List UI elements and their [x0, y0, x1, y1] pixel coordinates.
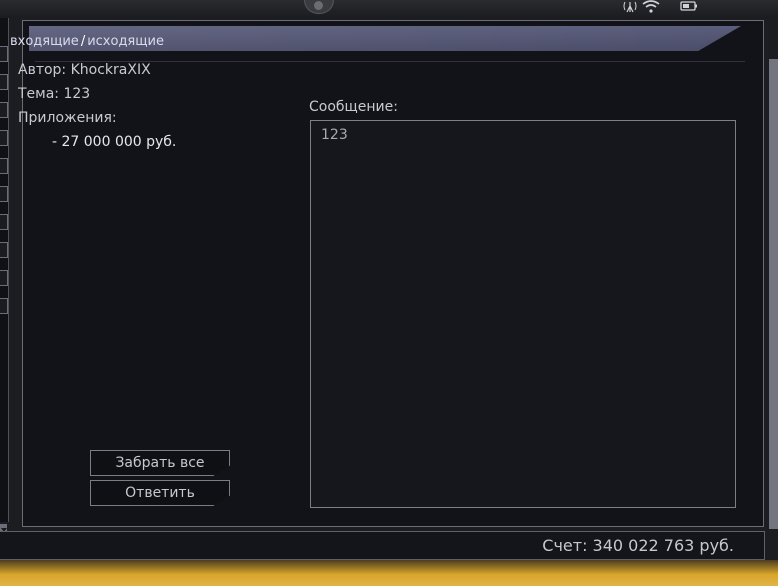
strip-item[interactable]: [0, 74, 8, 90]
mail-tabs: входящие / исходящие: [10, 34, 164, 49]
strip-item[interactable]: [0, 214, 8, 230]
subject-value: 123: [63, 86, 91, 102]
author-value: KhockraXIX: [70, 62, 151, 78]
message-text: 123: [321, 127, 348, 143]
device-frame-top: [0, 0, 778, 18]
strip-item[interactable]: [0, 242, 8, 258]
author-row: Автор: KhockraXIX: [18, 58, 151, 82]
strip-item[interactable]: [0, 102, 8, 118]
message-box[interactable]: 123: [310, 120, 736, 508]
take-all-button[interactable]: Забрать все: [90, 450, 230, 476]
strip-item[interactable]: [0, 298, 8, 314]
device-frame-bottom: [0, 560, 778, 586]
attachments-label: Приложения:: [18, 110, 117, 126]
account-balance: Счет: 340 022 763 руб.: [542, 536, 734, 555]
strip-item[interactable]: [0, 46, 8, 62]
camera-icon: [304, 0, 334, 14]
attachment-item: - 27 000 000 руб.: [52, 134, 177, 150]
strip-item[interactable]: [0, 130, 8, 146]
reply-button[interactable]: Ответить: [90, 480, 230, 506]
tab-incoming[interactable]: входящие: [10, 34, 79, 49]
strip-item[interactable]: [0, 186, 8, 202]
message-label: Сообщение:: [309, 99, 398, 115]
mail-meta: Автор: KhockraXIX Тема: 123 Приложения:: [18, 58, 151, 130]
left-side-strip: [0, 18, 9, 536]
strip-item[interactable]: [0, 270, 8, 286]
tab-outgoing[interactable]: исходящие: [87, 34, 164, 49]
subject-label: Тема:: [18, 86, 60, 102]
antenna-icon: [622, 0, 638, 14]
strip-item[interactable]: [0, 158, 8, 174]
wifi-icon: [642, 0, 660, 14]
author-label: Автор:: [18, 62, 67, 78]
battery-icon: [680, 0, 698, 14]
account-bar: Счет: 340 022 763 руб.: [0, 531, 765, 560]
tab-separator: /: [80, 34, 86, 49]
message-scrollbar[interactable]: [769, 59, 778, 529]
subject-row: Тема: 123: [18, 82, 151, 106]
